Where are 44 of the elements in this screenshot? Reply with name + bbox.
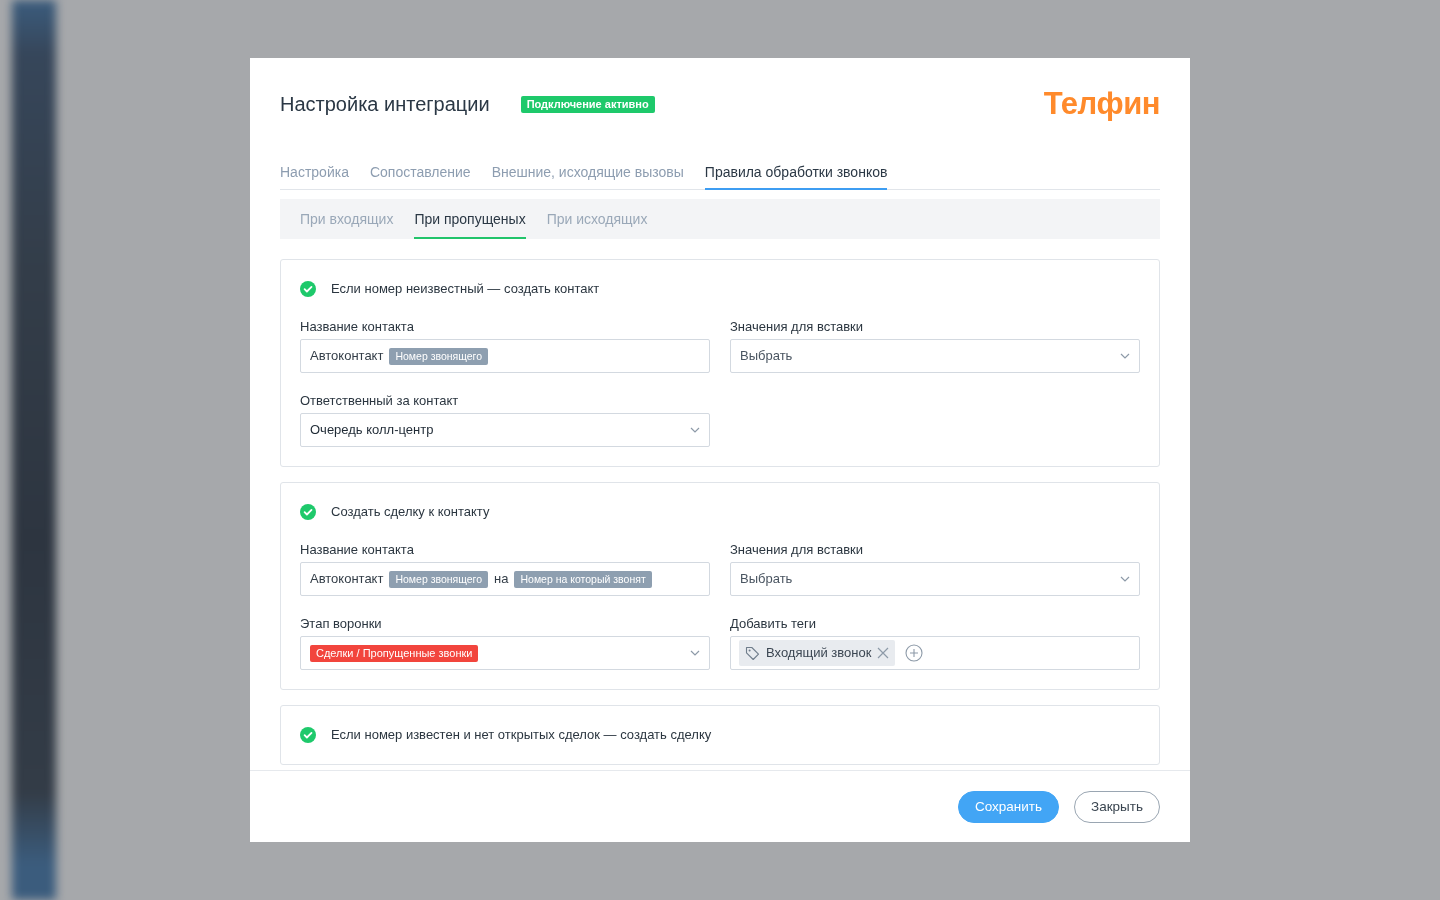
token-input-field[interactable]: Автоконтакт Номер звонящего на Номер на который звонят (300, 562, 710, 596)
field-label: Этап воронки (300, 617, 383, 631)
brand-logo: Телфин (1043, 88, 1160, 120)
select-field[interactable]: Сделки / Пропущенные звонки (300, 636, 710, 670)
token-input-field[interactable]: Автоконтакт Номер звонящего (300, 339, 710, 373)
variable-chip: Номер звонящего (389, 347, 489, 365)
close-icon[interactable] (877, 647, 890, 659)
subtab[interactable]: При пропущеных (414, 199, 526, 239)
variable-chip: Номер на который звонят (514, 570, 652, 588)
chevron-down-icon (1120, 353, 1130, 359)
select-field[interactable]: Выбрать (730, 562, 1140, 596)
field-label: Добавить теги (730, 617, 818, 631)
tags-field[interactable]: Входящий звонок (730, 636, 1140, 670)
field-label: Название контакта (300, 543, 415, 557)
status-badge: Подключение активно (520, 95, 655, 113)
tag-icon (745, 645, 760, 661)
input-text: на (494, 570, 509, 589)
select-field[interactable]: Очередь колл-центр (300, 413, 710, 447)
stage-chip: Сделки / Пропущенные звонки (310, 644, 479, 662)
select-field[interactable]: Выбрать (730, 339, 1140, 373)
variable-chip: Номер звонящего (389, 570, 489, 588)
field-label: Значения для вставки (730, 320, 865, 334)
tag-label: Входящий звонок (766, 644, 872, 663)
input-text: Автоконтакт (310, 347, 384, 366)
close-button[interactable]: Закрыть (1074, 790, 1160, 823)
field-label: Ответственный за контакт (300, 394, 460, 408)
select-placeholder: Выбрать (740, 570, 793, 589)
add-circle-icon[interactable] (905, 644, 924, 662)
chevron-down-icon (690, 650, 700, 656)
chevron-down-icon (690, 427, 700, 433)
field-label: Название контакта (300, 320, 415, 334)
modal-title: Настройка интеграции (280, 92, 490, 117)
check-circle-icon[interactable] (300, 727, 316, 743)
rule-title: Если номер неизвестный — создать контакт (331, 280, 600, 299)
check-circle-icon[interactable] (300, 281, 316, 297)
rule-title: Создать сделку к контакту (331, 503, 490, 522)
field-label: Значения для вставки (730, 543, 865, 557)
rule-title: Если номер известен и нет открытых сделок — создать сделку (331, 726, 712, 745)
input-text: Автоконтакт (310, 570, 384, 589)
tab[interactable]: Правила обработки звонков (704, 164, 888, 190)
select-value: Очередь колл-центр (310, 421, 434, 440)
select-placeholder: Выбрать (740, 347, 793, 366)
check-circle-icon[interactable] (300, 504, 316, 520)
chevron-down-icon (1120, 576, 1130, 582)
